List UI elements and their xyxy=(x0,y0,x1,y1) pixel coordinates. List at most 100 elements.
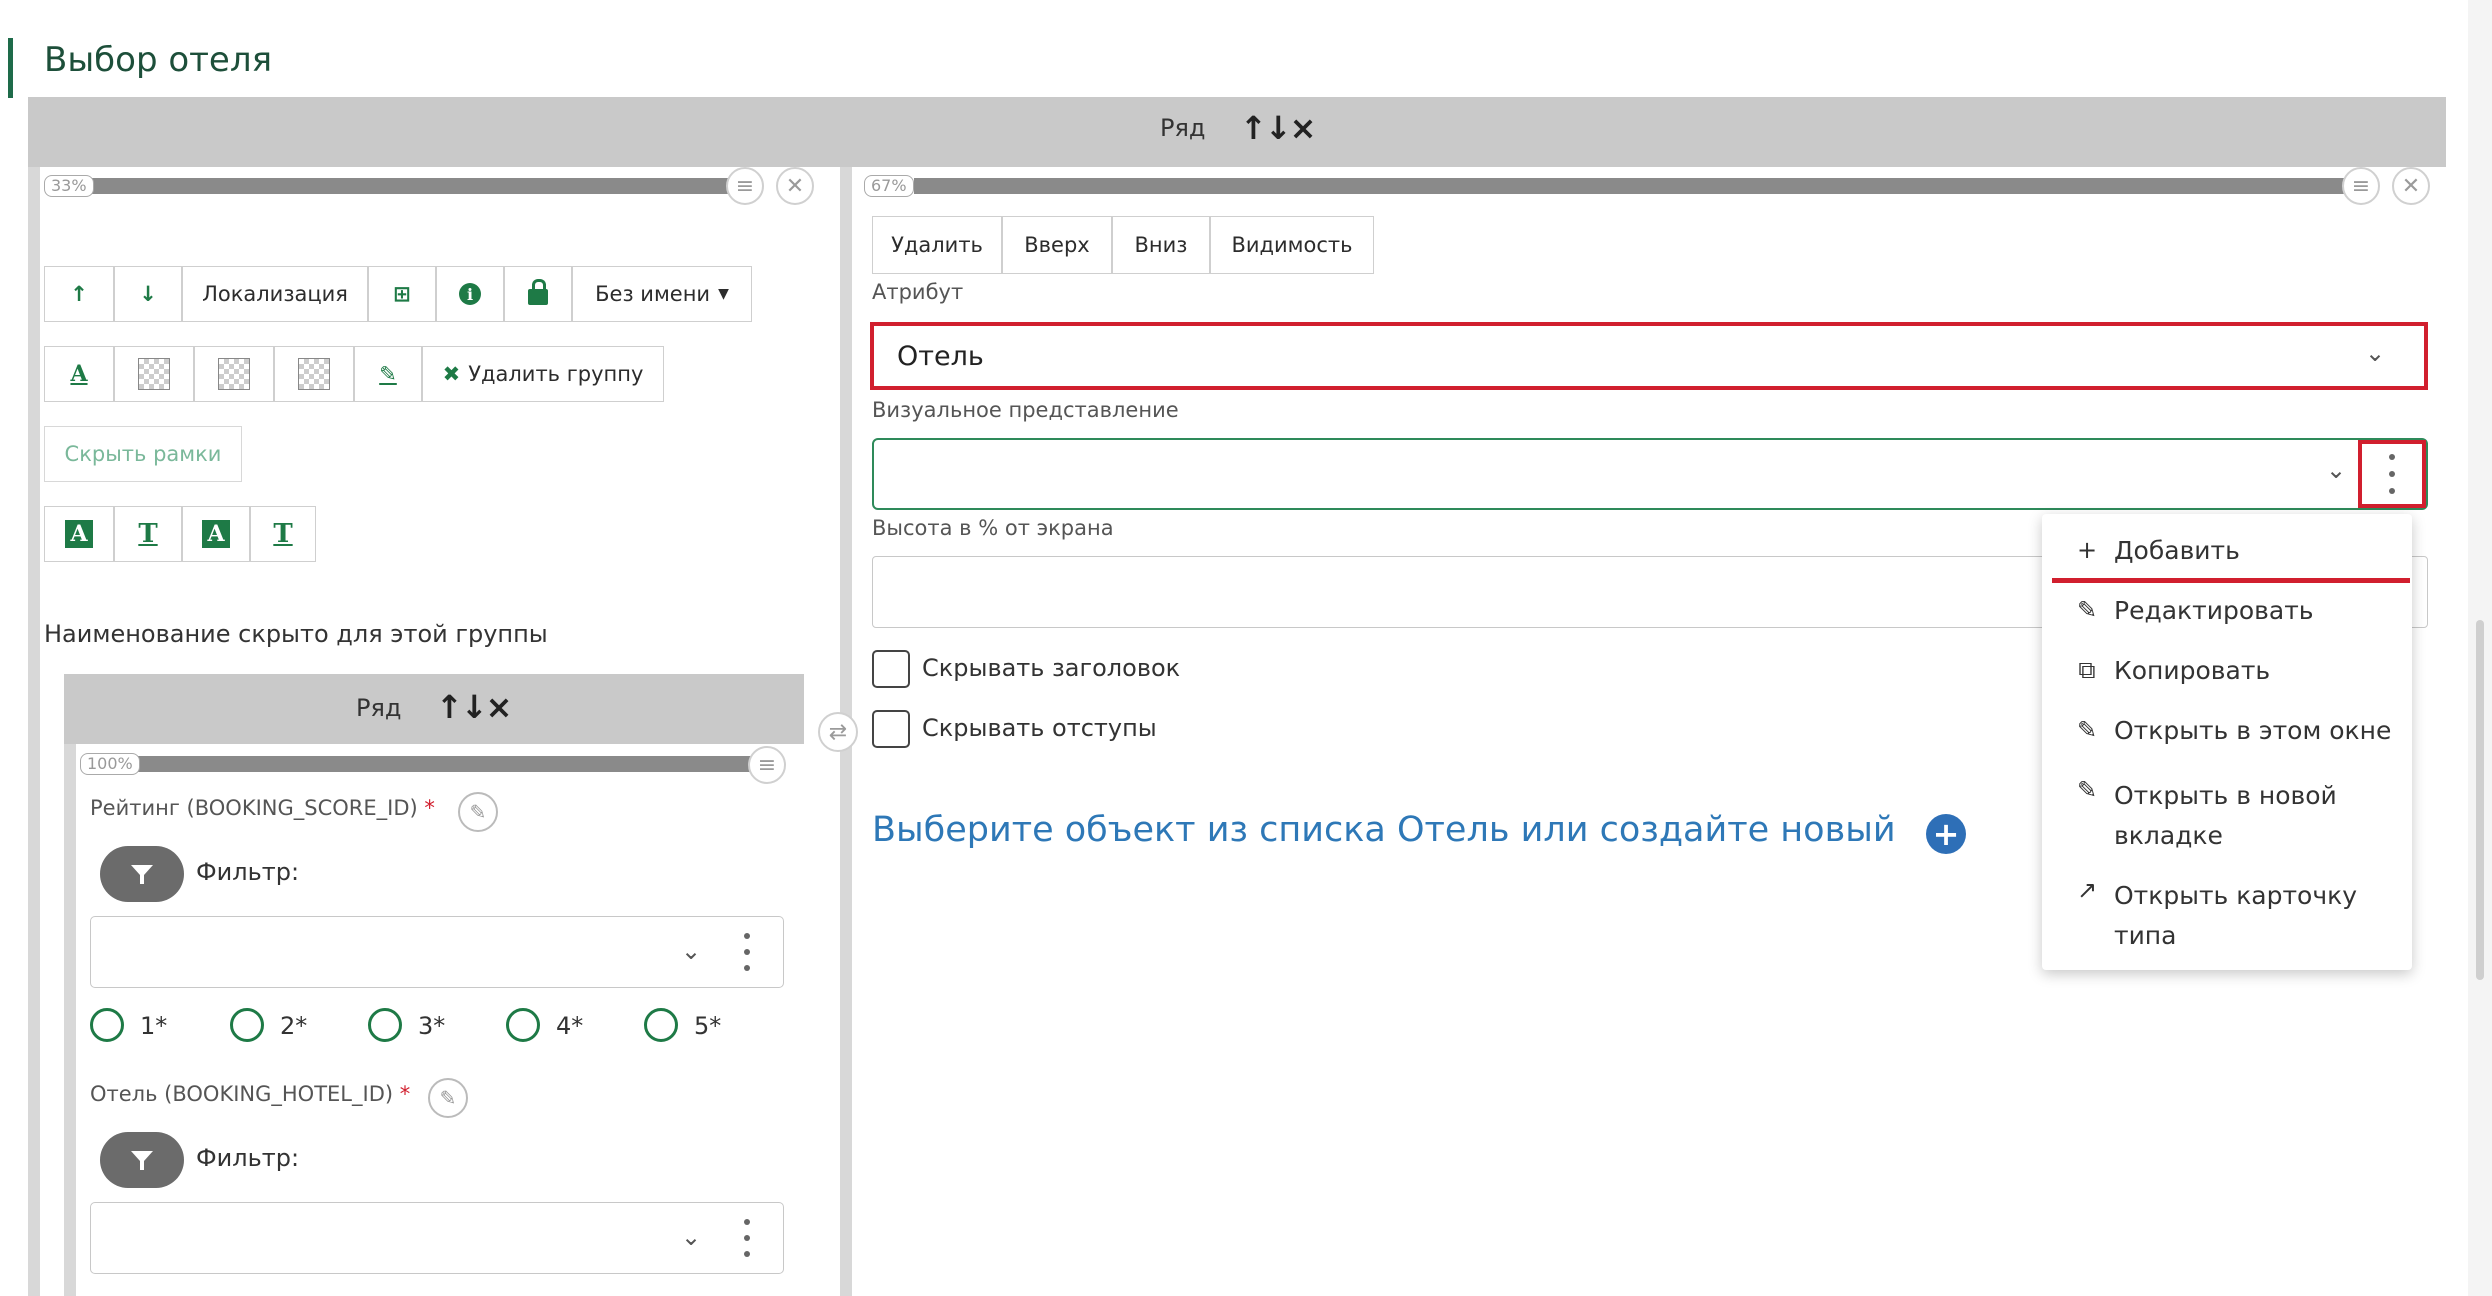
name-dropdown-button[interactable]: Без имени ▼ xyxy=(572,266,752,322)
inner-row-width-bar[interactable] xyxy=(130,756,756,772)
find-button[interactable]: ⊞ xyxy=(368,266,436,322)
text-style-4-button[interactable]: T xyxy=(250,506,316,562)
filled-a-icon: A xyxy=(65,520,93,548)
move-up-button[interactable]: ↑ xyxy=(44,266,114,322)
transparent-icon xyxy=(138,358,170,390)
rating-option-2: 2* xyxy=(280,1012,308,1040)
attribute-label: Атрибут xyxy=(872,280,964,304)
left-column-width-badge: 33% xyxy=(44,175,94,197)
hide-header-checkbox[interactable] xyxy=(872,650,910,688)
menu-item-open-new-tab[interactable]: ✎ Открыть в новой вкладке xyxy=(2074,776,2337,856)
rating-edit-icon[interactable]: ✎ xyxy=(458,792,498,832)
menu-open-type-label-line2: типа xyxy=(2114,921,2177,950)
lock-button[interactable] xyxy=(504,266,572,322)
delete-label: Удалить xyxy=(891,233,983,257)
move-down-text-button[interactable]: Вниз xyxy=(1112,216,1210,274)
menu-item-edit[interactable]: ✎ Редактировать xyxy=(2074,596,2314,625)
rating-option-3: 3* xyxy=(418,1012,446,1040)
row-move-remove-icons[interactable]: ↑↓× xyxy=(1240,109,1316,147)
down-label: Вниз xyxy=(1134,233,1188,257)
hide-header-label: Скрывать заголовок xyxy=(922,654,1181,682)
font-color-button[interactable]: A xyxy=(44,346,114,402)
page-title: Выбор отеля xyxy=(44,40,273,80)
up-label: Вверх xyxy=(1024,233,1090,257)
create-new-plus-icon[interactable]: + xyxy=(1926,814,1966,854)
visual-representation-more-icon[interactable] xyxy=(2386,454,2398,494)
right-column-settings-icon[interactable]: ≡ xyxy=(2342,167,2380,205)
inner-row-settings-icon[interactable]: ≡ xyxy=(748,746,786,784)
arrow-down-icon: ↓ xyxy=(139,282,157,306)
underline-t-icon: T xyxy=(273,519,293,549)
menu-add-label: Добавить xyxy=(2114,536,2240,565)
background-1-button[interactable] xyxy=(114,346,194,402)
attribute-highlight-frame xyxy=(870,322,2428,390)
visibility-button[interactable]: Видимость xyxy=(1210,216,1374,274)
pencil-icon: ✎ xyxy=(2076,776,2098,804)
delete-group-button[interactable]: ✖ Удалить группу xyxy=(422,346,664,402)
inner-row-header: Ряд ↑↓× xyxy=(64,674,804,744)
rating-filter-toggle[interactable] xyxy=(100,846,184,902)
select-or-create-prompt: Выберите объект из списка Отель или созд… xyxy=(872,810,1896,850)
menu-item-add[interactable]: + Добавить xyxy=(2074,536,2240,565)
times-icon: ✖ xyxy=(442,362,461,386)
move-down-button[interactable]: ↓ xyxy=(114,266,182,322)
visual-representation-label: Визуальное представление xyxy=(872,398,1179,422)
hotel-edit-icon[interactable]: ✎ xyxy=(428,1078,468,1118)
rating-select[interactable]: ⌄ xyxy=(90,916,784,988)
filter-icon xyxy=(131,865,153,884)
menu-item-open-type-card[interactable]: ↗ Открыть карточку типа xyxy=(2074,876,2357,956)
info-button[interactable]: i xyxy=(436,266,504,322)
background-3-button[interactable] xyxy=(274,346,354,402)
right-column-close-icon[interactable]: ✕ xyxy=(2392,167,2430,205)
chevron-down-icon: ⌄ xyxy=(681,937,702,965)
hide-frames-label: Скрыть рамки xyxy=(64,442,222,466)
rating-radio-5[interactable] xyxy=(644,1008,678,1042)
left-column-close-icon[interactable]: ✕ xyxy=(776,167,814,205)
page-scrollbar-thumb[interactable] xyxy=(2476,620,2484,980)
hotel-select[interactable]: ⌄ xyxy=(90,1202,784,1274)
hide-padding-checkbox[interactable] xyxy=(872,710,910,748)
visual-representation-select[interactable]: ⌄ xyxy=(872,438,2428,510)
rating-radio-3[interactable] xyxy=(368,1008,402,1042)
pencil-icon: ✎ xyxy=(2076,716,2098,744)
rating-radio-1[interactable] xyxy=(90,1008,124,1042)
hide-frames-button[interactable]: Скрыть рамки xyxy=(44,426,242,482)
external-link-icon: ↗ xyxy=(2076,876,2098,904)
filled-a-icon: A xyxy=(202,520,230,548)
localization-button[interactable]: Локализация xyxy=(182,266,368,322)
eraser-icon: ✎ xyxy=(379,362,397,386)
add-underline-highlight xyxy=(2052,578,2410,583)
lock-icon xyxy=(528,279,548,305)
transparent-icon xyxy=(218,358,250,390)
name-dropdown-label: Без имени xyxy=(595,282,711,306)
rating-radio-4[interactable] xyxy=(506,1008,540,1042)
text-style-3-button[interactable]: A xyxy=(182,506,250,562)
outer-row-header: Ряд ↑↓× xyxy=(28,97,2446,167)
rating-filter-label: Фильтр: xyxy=(196,858,300,886)
right-column-width-badge: 67% xyxy=(864,175,914,197)
menu-open-here-label: Открыть в этом окне xyxy=(2114,716,2392,745)
move-up-text-button[interactable]: Вверх xyxy=(1002,216,1112,274)
inner-row-move-remove-icons[interactable]: ↑↓× xyxy=(436,688,512,726)
rating-option-5: 5* xyxy=(694,1012,722,1040)
rating-radio-2[interactable] xyxy=(230,1008,264,1042)
inner-row-left-border xyxy=(64,744,76,1296)
text-style-2-button[interactable]: T xyxy=(114,506,182,562)
right-column-width-bar[interactable] xyxy=(914,178,2354,194)
hotel-filter-toggle[interactable] xyxy=(100,1132,184,1188)
menu-item-copy[interactable]: ⧉ Копировать xyxy=(2074,656,2270,685)
text-style-1-button[interactable]: A xyxy=(44,506,114,562)
eraser-button[interactable]: ✎ xyxy=(354,346,422,402)
copy-icon: ⧉ xyxy=(2078,656,2096,684)
outer-row-label: Ряд xyxy=(1160,114,1206,142)
background-2-button[interactable] xyxy=(194,346,274,402)
menu-item-open-here[interactable]: ✎ Открыть в этом окне xyxy=(2074,716,2391,745)
rating-more-icon[interactable] xyxy=(741,933,753,971)
left-column-settings-icon[interactable]: ≡ xyxy=(726,167,764,205)
rating-option-4: 4* xyxy=(556,1012,584,1040)
localization-label: Локализация xyxy=(202,282,348,306)
delete-button[interactable]: Удалить xyxy=(872,216,1002,274)
hotel-more-icon[interactable] xyxy=(741,1219,753,1257)
swap-columns-icon[interactable]: ⇄ xyxy=(818,712,858,752)
left-column-width-bar[interactable] xyxy=(92,178,742,194)
